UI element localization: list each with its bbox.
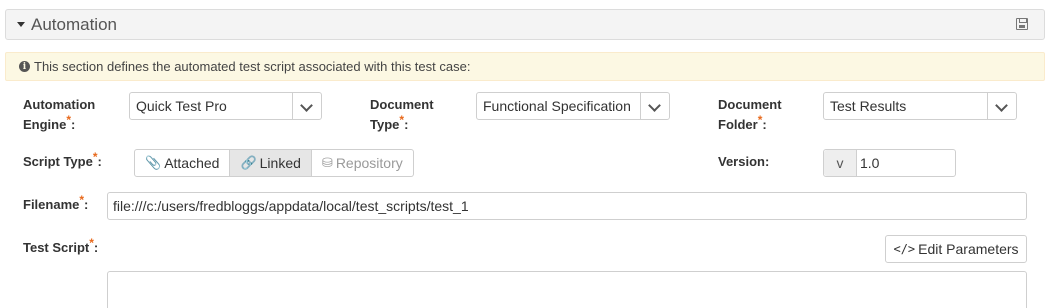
- filename-input[interactable]: file:///c:/users/fredbloggs/appdata/loca…: [107, 192, 1027, 220]
- edit-parameters-button[interactable]: </> Edit Parameters: [885, 235, 1027, 263]
- label-colon: :: [93, 240, 99, 255]
- required-marker: *: [399, 113, 405, 127]
- document-type-value: Functional Specification: [483, 98, 631, 114]
- label-colon: :: [97, 154, 102, 169]
- label-colon: :: [764, 154, 770, 169]
- script-type-label: Script Type*:: [23, 150, 102, 172]
- code-icon: </>: [893, 242, 916, 256]
- label-colon: :: [762, 117, 767, 132]
- caret-down-icon[interactable]: [17, 22, 25, 27]
- required-marker: *: [757, 113, 763, 127]
- info-message: i This section defines the automated tes…: [5, 52, 1045, 81]
- select-divider: [987, 93, 988, 119]
- version-label: Version:: [718, 152, 769, 172]
- select-divider: [640, 93, 641, 119]
- version-input[interactable]: 1.0: [860, 155, 879, 171]
- required-marker: *: [66, 113, 72, 127]
- label-colon: :: [84, 197, 89, 212]
- automation-engine-value: Quick Test Pro: [136, 98, 227, 114]
- label-text: Script Type: [23, 154, 93, 169]
- button-label: Edit Parameters: [918, 241, 1019, 257]
- option-label: Repository: [335, 155, 403, 171]
- chevron-down-icon[interactable]: [300, 99, 313, 112]
- document-folder-select[interactable]: Test Results: [823, 92, 1017, 120]
- document-type-label: Document Type*:: [370, 95, 434, 135]
- version-prefix: v: [824, 150, 857, 176]
- document-type-select[interactable]: Functional Specification: [476, 92, 670, 120]
- script-type-linked-button[interactable]: 🔗 Linked: [230, 149, 312, 177]
- script-type-repository-button[interactable]: ⛁ Repository: [311, 149, 414, 177]
- chevron-down-icon[interactable]: [648, 99, 661, 112]
- label-line2: Type: [370, 117, 400, 132]
- chevron-down-icon[interactable]: [995, 99, 1008, 112]
- label-colon: :: [404, 117, 409, 132]
- script-type-toggle: 📎 Attached 🔗 Linked ⛁ Repository: [134, 149, 414, 177]
- label-text: Filename: [23, 197, 80, 212]
- document-folder-label: Document Folder*:: [718, 95, 782, 135]
- label-line1: Document: [718, 97, 782, 112]
- section-title: Automation: [31, 15, 117, 34]
- info-text: This section defines the automated test …: [34, 59, 471, 74]
- required-marker: *: [92, 150, 98, 164]
- info-circle-icon: i: [19, 61, 30, 72]
- document-folder-value: Test Results: [830, 98, 907, 114]
- label-line2: Engine: [23, 117, 67, 132]
- database-icon: ⛁: [321, 155, 333, 170]
- automation-section-header[interactable]: Automation: [5, 9, 1045, 40]
- label-line1: Automation: [23, 97, 96, 112]
- required-marker: *: [89, 236, 94, 250]
- link-icon: 🔗: [240, 155, 257, 170]
- label-text: Version: [718, 154, 765, 169]
- automation-engine-label: Automation Engine*:: [23, 95, 95, 135]
- filename-label: Filename*:: [23, 193, 89, 215]
- paperclip-icon: 📎: [145, 155, 162, 170]
- version-input-group: v 1.0: [823, 149, 956, 177]
- test-script-label: Test Script*:: [23, 236, 99, 258]
- select-divider: [292, 93, 293, 119]
- automation-engine-select[interactable]: Quick Test Pro: [129, 92, 322, 120]
- label-text: Test Script: [23, 240, 90, 255]
- required-marker: *: [79, 193, 85, 207]
- label-line1: Document: [370, 97, 434, 112]
- label-colon: :: [71, 117, 76, 132]
- option-label: Linked: [259, 155, 301, 171]
- save-icon[interactable]: [1016, 18, 1028, 30]
- script-type-attached-button[interactable]: 📎 Attached: [134, 149, 231, 177]
- label-line2: Folder: [718, 117, 758, 132]
- test-script-textarea[interactable]: [107, 271, 1027, 308]
- option-label: Attached: [164, 155, 220, 171]
